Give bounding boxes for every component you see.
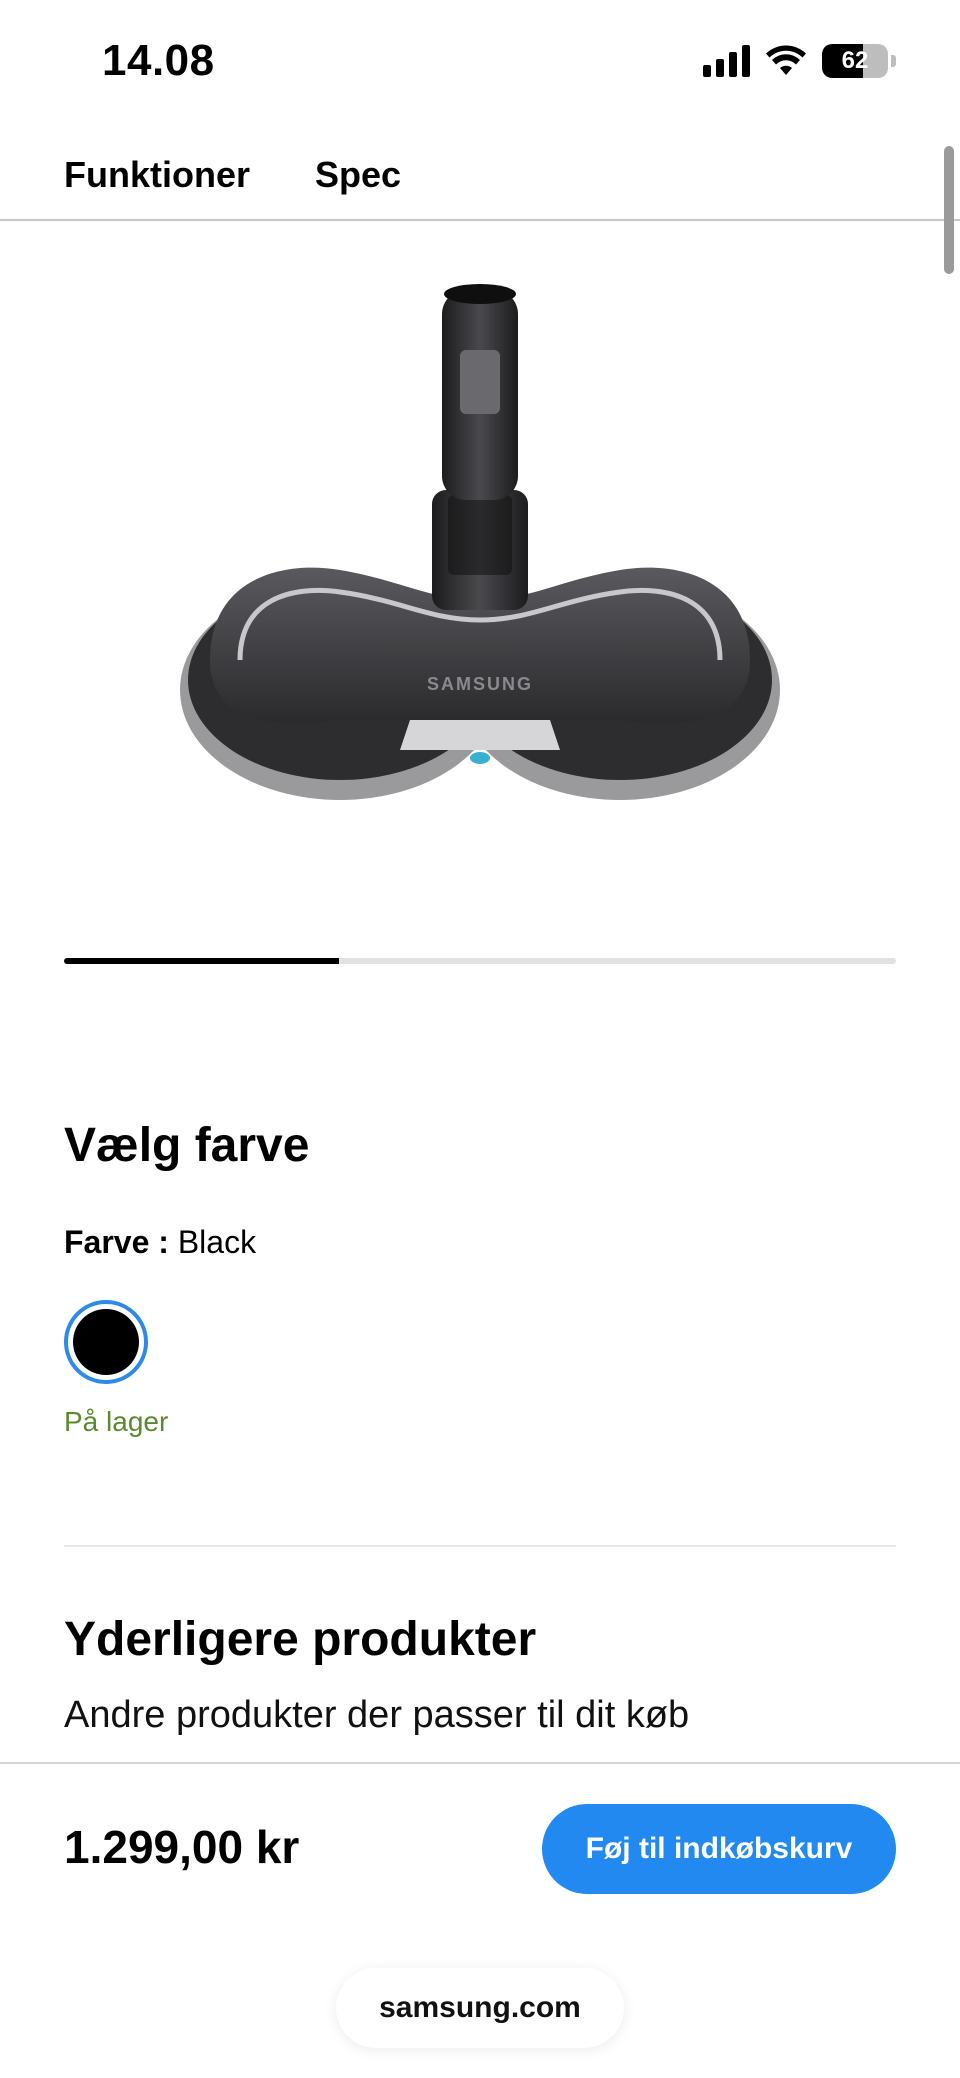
wifi-icon — [766, 45, 806, 75]
purchase-bar: 1.299,00 kr Føj til indkøbskurv samsung.… — [0, 1762, 960, 2078]
gallery-progress-indicator — [64, 958, 339, 964]
battery-tip — [891, 55, 896, 67]
section-tab-nav: Funktioner Spec — [0, 130, 960, 221]
tab-spec[interactable]: Spec — [315, 154, 401, 196]
tab-funktioner[interactable]: Funktioner — [64, 154, 250, 196]
product-image: SAMSUNG — [180, 284, 780, 800]
cellular-signal-icon — [703, 45, 750, 77]
product-price: 1.299,00 kr — [64, 1821, 300, 1873]
additional-products-heading: Yderligere produkter — [64, 1613, 537, 1666]
product-brand-text: SAMSUNG — [427, 674, 533, 694]
battery-level: 62 — [841, 47, 869, 74]
additional-products-subtitle: Andre produkter der passer til dit køb — [64, 1694, 690, 1736]
battery-icon: 62 — [822, 44, 888, 78]
color-label: Farve : — [64, 1224, 169, 1260]
status-time: 14.08 — [102, 36, 215, 85]
color-swatch-black[interactable] — [64, 1300, 148, 1384]
gallery-progress-track — [64, 958, 896, 964]
status-bar: 14.08 62 — [0, 0, 960, 130]
color-section-heading: Vælg farve — [64, 1119, 310, 1172]
stock-status: På lager — [64, 1406, 169, 1437]
color-value: Black — [177, 1224, 257, 1260]
selected-color-line: Farve : Black — [64, 1224, 256, 1261]
url-text: samsung.com — [379, 1991, 581, 2024]
scrollbar-thumb[interactable] — [944, 146, 954, 274]
browser-url-bar[interactable]: samsung.com — [336, 1968, 624, 2048]
status-icons: 62 — [703, 44, 896, 78]
color-swatch-fill — [73, 1309, 139, 1375]
add-to-cart-button[interactable]: Føj til indkøbskurv — [542, 1804, 896, 1894]
section-divider — [64, 1545, 896, 1547]
